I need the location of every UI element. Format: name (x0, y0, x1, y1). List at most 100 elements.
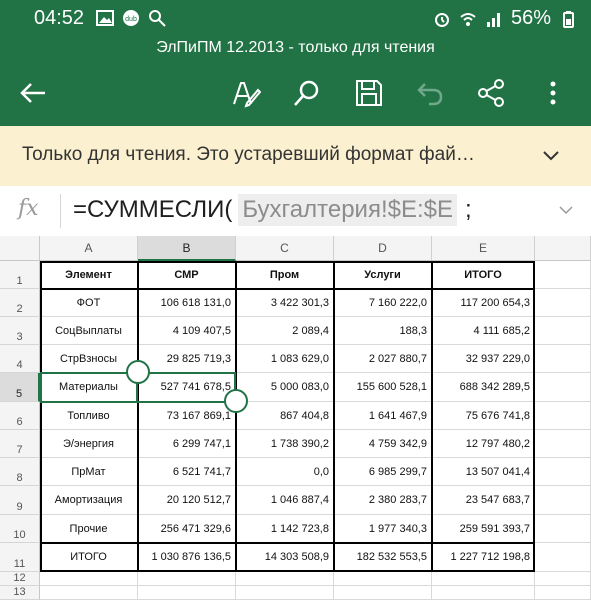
table-cell[interactable]: 2 380 283,7 (334, 486, 432, 515)
table-cell[interactable]: 867 404,8 (236, 402, 334, 430)
table-cell[interactable]: 12 797 480,2 (432, 430, 535, 458)
table-cell[interactable] (432, 572, 535, 586)
table-cell[interactable] (535, 317, 591, 345)
table-cell[interactable]: 6 985 299,7 (334, 458, 432, 486)
select-all-corner[interactable] (0, 236, 40, 261)
table-cell[interactable]: 5 000 083,0 (236, 373, 334, 402)
table-cell[interactable]: 13 507 041,4 (432, 458, 535, 486)
row-header-5[interactable]: 5 (0, 373, 40, 402)
row-header-8[interactable]: 8 (0, 458, 40, 486)
selection-handle-top-left[interactable] (126, 360, 150, 384)
table-cell[interactable]: ФОТ (40, 289, 138, 317)
table-cell[interactable]: 259 591 393,7 (432, 515, 535, 543)
table-cell[interactable]: 4 759 342,9 (334, 430, 432, 458)
table-cell[interactable]: Материалы (40, 373, 138, 402)
table-cell[interactable]: 29 825 719,3 (138, 345, 236, 373)
selection-handle-bottom-right[interactable] (224, 389, 248, 413)
formula-text[interactable]: =СУММЕСЛИ( Бухгалтерия!$E:$E ; (73, 194, 472, 226)
table-cell[interactable]: 2 089,4 (236, 317, 334, 345)
table-cell[interactable]: 3 422 301,3 (236, 289, 334, 317)
row-header-1[interactable]: 1 (0, 261, 40, 289)
table-cell[interactable]: 32 937 229,0 (432, 345, 535, 373)
row-header-11[interactable]: 11 (0, 543, 40, 572)
table-cell[interactable]: 527 741 678,5 (138, 373, 236, 402)
edit-button[interactable] (229, 76, 263, 110)
row-header-2[interactable]: 2 (0, 289, 40, 317)
column-header-b[interactable]: B (138, 236, 236, 261)
table-cell[interactable]: Элемент (40, 261, 138, 289)
table-cell[interactable]: Топливо (40, 402, 138, 430)
row-header-4[interactable]: 4 (0, 345, 40, 373)
readonly-banner[interactable]: Только для чтения. Это устаревший формат… (0, 126, 591, 187)
table-cell[interactable]: СоцВыплаты (40, 317, 138, 345)
table-cell[interactable]: 4 111 685,2 (432, 317, 535, 345)
table-cell[interactable] (535, 261, 591, 289)
table-cell[interactable]: 1 046 887,4 (236, 486, 334, 515)
table-cell[interactable]: 1 738 390,2 (236, 430, 334, 458)
table-cell[interactable]: ИТОГО (40, 543, 138, 572)
table-cell[interactable]: 20 120 512,7 (138, 486, 236, 515)
column-header-a[interactable]: A (40, 236, 138, 261)
table-cell[interactable] (236, 572, 334, 586)
table-cell[interactable] (138, 572, 236, 586)
table-cell[interactable]: 182 532 553,5 (334, 543, 432, 572)
table-cell[interactable] (535, 572, 591, 586)
row-header-9[interactable]: 9 (0, 486, 40, 515)
table-cell[interactable] (334, 586, 432, 600)
column-header-d[interactable]: D (334, 236, 432, 261)
table-cell[interactable]: Э/энергия (40, 430, 138, 458)
table-cell[interactable]: 256 471 329,6 (138, 515, 236, 543)
table-cell[interactable]: Пром (236, 261, 334, 289)
table-cell[interactable]: 1 641 467,9 (334, 402, 432, 430)
row-header-7[interactable]: 7 (0, 430, 40, 458)
table-cell[interactable] (432, 586, 535, 600)
table-cell[interactable]: СМР (138, 261, 236, 289)
table-cell[interactable]: Услуги (334, 261, 432, 289)
table-cell[interactable] (535, 543, 591, 572)
table-cell[interactable] (138, 586, 236, 600)
table-cell[interactable] (535, 430, 591, 458)
column-header-e[interactable]: E (432, 236, 535, 261)
table-cell[interactable] (535, 373, 591, 402)
table-cell[interactable]: 1 977 340,3 (334, 515, 432, 543)
table-cell[interactable]: 6 299 747,1 (138, 430, 236, 458)
save-button[interactable] (352, 76, 386, 110)
chevron-down-icon[interactable] (540, 144, 562, 166)
spreadsheet-grid[interactable]: A B C D E 1 2 3 4 5 6 7 8 9 10 11 12 13 Элемент СМР Пром Услу… (0, 236, 591, 600)
table-cell[interactable]: 1 142 723,8 (236, 515, 334, 543)
table-cell[interactable] (535, 515, 591, 543)
row-header-13[interactable]: 13 (0, 586, 40, 600)
row-header-10[interactable]: 10 (0, 515, 40, 543)
table-cell[interactable]: 7 160 222,0 (334, 289, 432, 317)
column-header[interactable] (535, 236, 591, 261)
table-cell[interactable] (535, 458, 591, 486)
table-cell[interactable]: 117 200 654,3 (432, 289, 535, 317)
table-cell[interactable] (535, 402, 591, 430)
table-cell[interactable] (40, 572, 138, 586)
column-header-c[interactable]: C (236, 236, 334, 261)
more-button[interactable] (536, 76, 570, 110)
table-cell[interactable]: 75 676 741,8 (432, 402, 535, 430)
table-cell[interactable]: 14 303 508,9 (236, 543, 334, 572)
undo-button[interactable] (413, 76, 447, 110)
row-header-6[interactable]: 6 (0, 402, 40, 430)
table-cell[interactable]: 188,3 (334, 317, 432, 345)
search-button[interactable] (290, 76, 324, 110)
row-header-12[interactable]: 12 (0, 572, 40, 586)
share-button[interactable] (474, 76, 508, 110)
expand-formula-icon[interactable] (556, 200, 576, 220)
table-cell[interactable]: 1 227 712 198,8 (432, 543, 535, 572)
formula-bar[interactable]: fx =СУММЕСЛИ( Бухгалтерия!$E:$E ; (0, 186, 591, 237)
table-cell[interactable]: 23 547 683,7 (432, 486, 535, 515)
table-cell[interactable]: 73 167 869,1 (138, 402, 236, 430)
table-cell[interactable]: 0,0 (236, 458, 334, 486)
back-button[interactable] (16, 76, 50, 110)
table-cell[interactable]: Амортизация (40, 486, 138, 515)
table-cell[interactable]: СтрВзносы (40, 345, 138, 373)
table-cell[interactable] (40, 586, 138, 600)
table-cell[interactable]: ИТОГО (432, 261, 535, 289)
table-cell[interactable] (535, 345, 591, 373)
row-header-3[interactable]: 3 (0, 317, 40, 345)
table-cell[interactable]: 1 030 876 136,5 (138, 543, 236, 572)
table-cell[interactable] (334, 572, 432, 586)
